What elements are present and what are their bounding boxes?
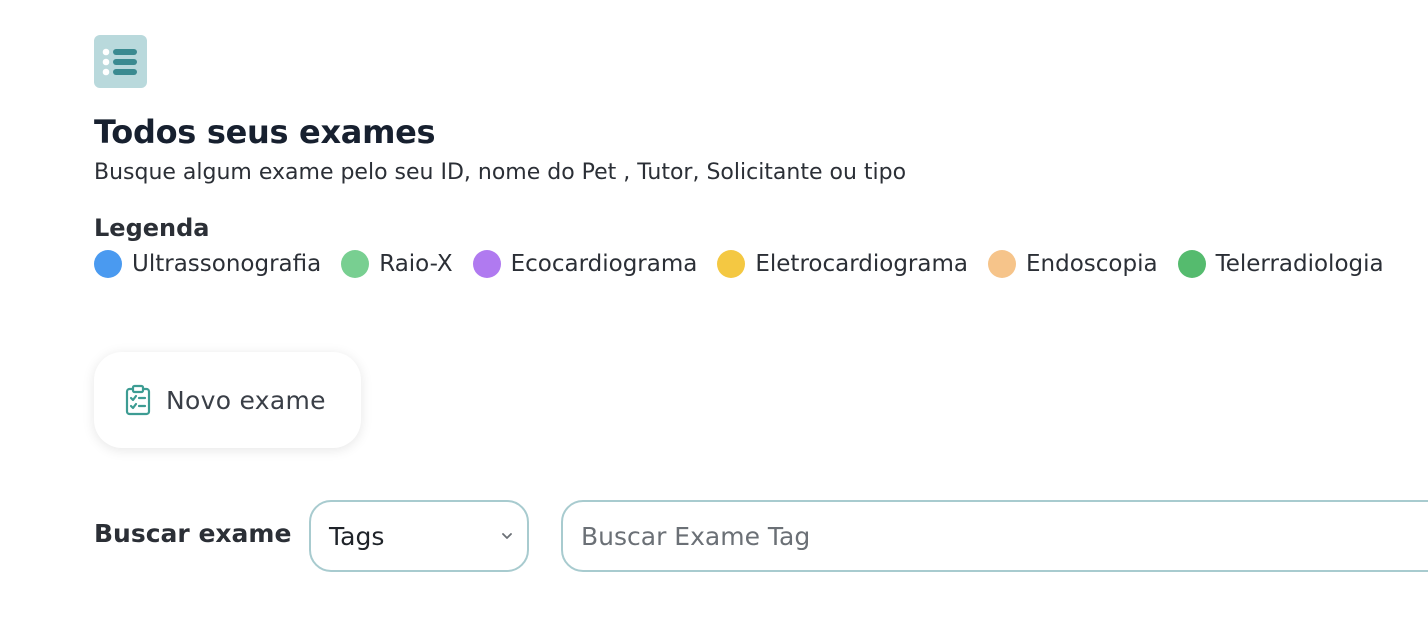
page-title: Todos seus exames	[94, 113, 436, 151]
legend-dot	[341, 250, 370, 278]
legend-item-ecocardiograma: Ecocardiograma	[472, 250, 698, 278]
page-subtitle: Busque algum exame pelo seu ID, nome do …	[94, 160, 907, 185]
legend-item-ultrassonografia: Ultrassonografia	[94, 250, 321, 278]
legend-item-endoscopia: Endoscopia	[987, 250, 1158, 278]
legend-dot	[987, 250, 1016, 278]
legend-item-eletrocardiograma: Eletrocardiograma	[717, 250, 968, 278]
legend-label: Raio-X	[379, 251, 453, 277]
legend-item-raio-x: Raio-X	[341, 250, 453, 278]
legend-list: Ultrassonografia Raio-X Ecocardiograma E…	[94, 250, 1404, 278]
legend-label: Telerradiologia	[1215, 251, 1384, 277]
new-exam-label: Novo exame	[166, 385, 326, 415]
legend-item-telerradiologia: Telerradiologia	[1177, 250, 1384, 278]
legend-dot	[717, 250, 746, 278]
chevron-down-icon	[499, 528, 515, 544]
legend-label: Eletrocardiograma	[755, 251, 968, 277]
search-filter-value: Tags	[329, 521, 385, 551]
clipboard-check-icon	[124, 383, 152, 417]
legend-label: Ultrassonografia	[132, 251, 322, 277]
search-filter-select[interactable]: Tags	[309, 500, 529, 572]
legend-label: Endoscopia	[1025, 251, 1158, 277]
exams-page: Todos seus exames Busque algum exame pel…	[0, 0, 1428, 622]
legend-label: Ecocardiograma	[510, 251, 698, 277]
legend-title: Legenda	[94, 214, 210, 242]
legend-dot	[1177, 250, 1206, 278]
legend-dot	[472, 250, 501, 278]
search-label: Buscar exame	[94, 519, 292, 548]
new-exam-button[interactable]: Novo exame	[94, 352, 361, 448]
search-input[interactable]	[561, 500, 1428, 572]
legend-dot	[94, 250, 122, 278]
list-icon	[94, 35, 147, 88]
